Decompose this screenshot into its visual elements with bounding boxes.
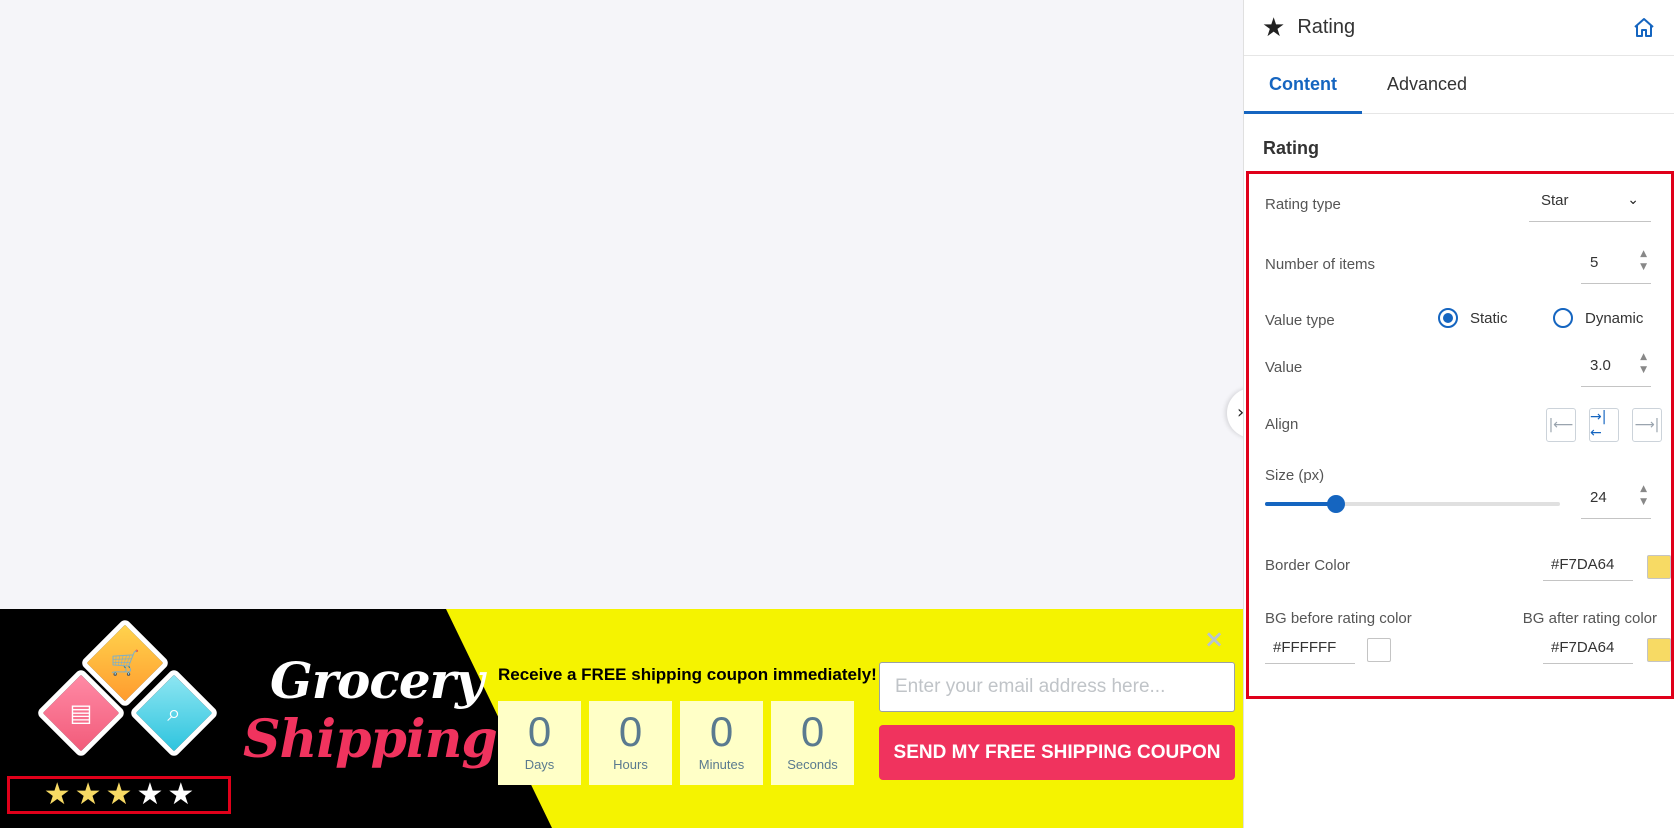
close-icon[interactable]: × <box>1202 627 1226 651</box>
radio-dynamic-label: Dynamic <box>1585 309 1644 327</box>
align-center-button[interactable]: →|← <box>1589 408 1619 442</box>
value-row: Value 3.0 ▲ ▼ <box>1265 352 1657 389</box>
home-icon[interactable] <box>1632 16 1656 40</box>
star-icon: ★ <box>1262 12 1286 43</box>
align-label: Align <box>1265 416 1299 433</box>
radio-static-label: Static <box>1470 309 1508 327</box>
align-right-button[interactable]: ⟶| <box>1632 408 1662 442</box>
countdown-hours: 0 Hours <box>589 701 672 785</box>
bg-after-label: BG after rating color <box>1522 610 1657 627</box>
radio-checked-icon <box>1438 308 1458 328</box>
align-left-button[interactable]: |⟵ <box>1546 408 1576 442</box>
value-type-label: Value type <box>1265 312 1335 329</box>
rating-type-value: Star <box>1541 192 1569 209</box>
spinner-icon[interactable]: ▲ ▼ <box>1640 248 1647 274</box>
bg-before-label: BG before rating color <box>1265 610 1412 627</box>
bg-after-input[interactable]: #F7DA64 <box>1543 632 1633 664</box>
radio-static[interactable]: Static <box>1438 308 1508 328</box>
properties-panel: ★ Rating Content Advanced Rating Rating … <box>1243 0 1674 828</box>
spinner-icon[interactable]: ▲ ▼ <box>1640 483 1647 509</box>
panel-title: Rating <box>1297 16 1356 38</box>
countdown-label: Days <box>524 757 555 772</box>
rating-type-label: Rating type <box>1265 196 1341 213</box>
radio-dynamic[interactable]: Dynamic <box>1553 308 1643 328</box>
tab-content[interactable]: Content <box>1244 56 1362 114</box>
size-row: Size (px) 24 ▲ ▼ <box>1265 467 1657 527</box>
size-slider[interactable] <box>1265 495 1560 513</box>
panel-header: ★ Rating <box>1244 0 1674 56</box>
rating-widget[interactable]: ★ ★ ★ ★ ★ <box>7 776 231 814</box>
border-color-row: Border Color #F7DA64 <box>1265 549 1671 585</box>
countdown-value: 0 <box>527 708 552 755</box>
border-color-swatch[interactable] <box>1647 555 1671 579</box>
send-coupon-button[interactable]: SEND MY FREE SHIPPING COUPON <box>879 725 1235 780</box>
number-of-items-value: 5 <box>1590 254 1599 271</box>
star-icon[interactable]: ★ <box>136 780 163 810</box>
panel-tabs: Content Advanced <box>1244 56 1674 114</box>
banner-headline: Receive a FREE shipping coupon immediate… <box>498 665 877 684</box>
bg-colors-row: BG before rating color BG after rating c… <box>1265 610 1671 670</box>
countdown-seconds: 0 Seconds <box>771 701 854 785</box>
slider-fill <box>1265 502 1336 506</box>
align-row: Align |⟵ →|← ⟶| <box>1265 408 1662 446</box>
size-value: 24 <box>1590 489 1607 506</box>
countdown-value: 0 <box>618 708 643 755</box>
section-title: Rating <box>1263 138 1319 158</box>
countdown-days: 0 Days <box>498 701 581 785</box>
border-color-label: Border Color <box>1265 557 1351 574</box>
product-tiles: 🛒 ▤ ⌕ <box>20 617 225 769</box>
spinner-icon[interactable]: ▲ ▼ <box>1640 351 1647 377</box>
value-label: Value <box>1265 359 1303 376</box>
align-right-icon: ⟶| <box>1634 417 1660 433</box>
rating-settings: Rating type Star ⌄ Number of items 5 ▲ ▼ … <box>1246 171 1674 699</box>
promo-banner: 🛒 ▤ ⌕ ★ ★ ★ ★ ★ Grocery Shipping Receive a F… <box>0 609 1243 828</box>
star-icon[interactable]: ★ <box>106 780 133 810</box>
editor-canvas: 🛒 ▤ ⌕ ★ ★ ★ ★ ★ Grocery Shipping Receive a F… <box>0 0 1243 828</box>
brand-line-1: Grocery <box>270 651 484 710</box>
bg-after-swatch[interactable] <box>1647 638 1671 662</box>
star-icon[interactable]: ★ <box>44 780 71 810</box>
number-of-items-input[interactable]: 5 ▲ ▼ <box>1581 249 1651 284</box>
email-input[interactable] <box>879 662 1235 712</box>
size-label: Size (px) <box>1265 467 1325 484</box>
align-left-icon: |⟵ <box>1548 417 1574 433</box>
countdown-value: 0 <box>800 708 825 755</box>
shopping-cart-icon: 🛒 <box>110 649 140 677</box>
star-icon[interactable]: ★ <box>167 780 194 810</box>
radio-unchecked-icon <box>1553 308 1573 328</box>
chevron-down-icon: ⌄ <box>1627 192 1639 208</box>
brand-line-2: Shipping <box>243 709 498 770</box>
bg-before-swatch[interactable] <box>1367 638 1391 662</box>
align-center-icon: →|← <box>1590 409 1607 441</box>
countdown-label: Seconds <box>787 757 838 772</box>
border-color-input[interactable]: #F7DA64 <box>1543 549 1633 581</box>
value-value: 3.0 <box>1590 357 1611 374</box>
rating-type-select[interactable]: Star ⌄ <box>1529 192 1651 222</box>
star-icon[interactable]: ★ <box>75 780 102 810</box>
countdown-label: Minutes <box>698 757 745 772</box>
value-type-row: Value type Static Dynamic <box>1265 308 1657 342</box>
slider-thumb[interactable] <box>1326 495 1345 513</box>
countdown-timer: 0 Days 0 Hours 0 Minutes 0 Seconds <box>498 701 854 785</box>
value-input[interactable]: 3.0 ▲ ▼ <box>1581 352 1651 387</box>
countdown-value: 0 <box>709 708 734 755</box>
countdown-minutes: 0 Minutes <box>680 701 763 785</box>
magnifier-icon: ⌕ <box>167 699 181 727</box>
tab-advanced[interactable]: Advanced <box>1362 56 1492 113</box>
number-of-items-row: Number of items 5 ▲ ▼ <box>1265 249 1657 286</box>
bg-before-input[interactable]: #FFFFFF <box>1265 632 1355 664</box>
shopping-bag-icon: ▤ <box>69 699 93 727</box>
size-input[interactable]: 24 ▲ ▼ <box>1581 484 1651 519</box>
countdown-label: Hours <box>613 757 648 772</box>
rating-type-row: Rating type Star ⌄ <box>1265 192 1657 224</box>
number-of-items-label: Number of items <box>1265 256 1376 273</box>
